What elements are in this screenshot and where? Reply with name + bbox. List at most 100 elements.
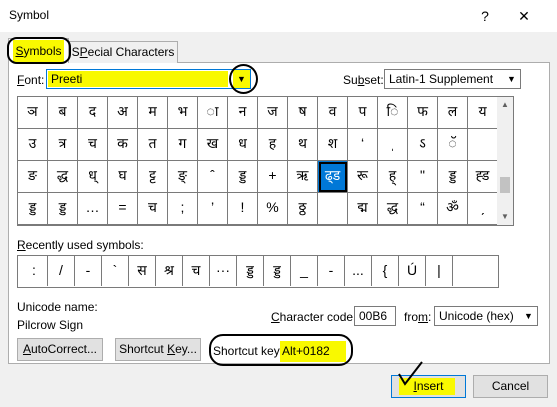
symbol-cell[interactable]: ब: [48, 97, 78, 129]
recent-symbol-cell[interactable]: ड्ड: [264, 256, 291, 286]
close-icon[interactable]: ✕: [512, 5, 536, 27]
symbol-cell[interactable]: द: [78, 97, 108, 129]
recent-symbol-cell[interactable]: स: [129, 256, 156, 286]
recent-symbol-cell[interactable]: {: [372, 256, 399, 286]
symbol-cell[interactable]: ह्: [378, 161, 408, 193]
symbol-cell[interactable]: ॅ: [438, 129, 468, 161]
symbol-cell[interactable]: ष: [288, 97, 318, 129]
symbol-cell[interactable]: उ: [18, 129, 48, 161]
recent-symbol-cell[interactable]: `: [102, 256, 129, 286]
recent-symbol-cell[interactable]: _: [291, 256, 318, 286]
symbol-cell[interactable]: …: [78, 193, 108, 225]
chevron-down-icon[interactable]: ▼: [520, 307, 537, 325]
recent-symbol-cell[interactable]: -: [318, 256, 345, 286]
cancel-button[interactable]: Cancel: [473, 375, 548, 398]
symbol-grid[interactable]: ञ ब द अ म भा न ज ष व पि फ ल य उ त्र च क त ग ख ध ह थ श ‘ˌ ऽॅ ङ द्ध ध् घ…: [17, 96, 499, 226]
symbol-cell[interactable]: ि: [378, 97, 408, 129]
symbol-cell[interactable]: व: [318, 97, 348, 129]
symbol-cell[interactable]: ह्ड: [468, 161, 498, 193]
symbol-cell[interactable]: द्म: [348, 193, 378, 225]
symbol-cell[interactable]: त: [138, 129, 168, 161]
character-code-label: Character code:: [271, 310, 357, 324]
recent-symbol-cell[interactable]: ...: [345, 256, 372, 286]
symbol-cell[interactable]: ज: [258, 97, 288, 129]
symbol-cell[interactable]: ग: [168, 129, 198, 161]
symbol-cell[interactable]: ˌ: [378, 129, 408, 161]
symbol-cell[interactable]: ड्ड: [228, 161, 258, 193]
recent-symbol-cell[interactable]: ड्ड: [237, 256, 264, 286]
symbol-cell[interactable]: फ: [408, 97, 438, 129]
recent-symbol-cell[interactable]: Ú: [399, 256, 426, 286]
symbol-cell[interactable]: ड्ड: [48, 193, 78, 225]
symbol-cell[interactable]: न: [228, 97, 258, 129]
symbol-cell[interactable]: ञ: [18, 97, 48, 129]
character-code-input[interactable]: 00B6: [354, 306, 396, 326]
symbol-cell[interactable]: रू: [348, 161, 378, 193]
symbol-cell[interactable]: ध: [228, 129, 258, 161]
scroll-up-icon[interactable]: ▲: [497, 97, 513, 113]
symbol-cell[interactable]: क: [108, 129, 138, 161]
symbol-cell[interactable]: च: [78, 129, 108, 161]
scrollbar-thumb[interactable]: [500, 177, 510, 193]
tab-special-characters[interactable]: SPecial Characters: [68, 41, 178, 63]
symbol-cell[interactable]: श: [318, 129, 348, 161]
symbol-cell[interactable]: ‘: [348, 129, 378, 161]
chevron-down-icon[interactable]: ▼: [503, 70, 520, 88]
help-icon[interactable]: ?: [475, 6, 495, 26]
recent-symbol-cell[interactable]: :: [21, 256, 48, 286]
symbol-cell[interactable]: ख: [198, 129, 228, 161]
recent-symbol-cell[interactable]: -: [75, 256, 102, 286]
symbol-cell[interactable]: ऋ: [288, 161, 318, 193]
selected-symbol-cell[interactable]: ढ्ड: [318, 161, 348, 193]
symbol-cell[interactable]: [468, 129, 498, 161]
recent-symbol-cell[interactable]: |: [426, 256, 453, 286]
symbol-cell[interactable]: म: [138, 97, 168, 129]
symbol-grid-scrollbar[interactable]: ▲ ▼: [497, 96, 514, 226]
symbol-cell[interactable]: ऽ: [408, 129, 438, 161]
symbol-cell[interactable]: ट्ट: [138, 161, 168, 193]
symbol-cell[interactable]: ा: [198, 97, 228, 129]
symbol-cell[interactable]: ˏ: [468, 193, 498, 225]
symbol-cell[interactable]: घ: [108, 161, 138, 193]
symbol-cell[interactable]: थ: [288, 129, 318, 161]
scroll-down-icon[interactable]: ▼: [497, 209, 513, 225]
symbol-cell[interactable]: ड्ड: [18, 193, 48, 225]
symbol-cell[interactable]: ॐ: [438, 193, 468, 225]
symbol-cell[interactable]: त्र: [48, 129, 78, 161]
symbol-cell[interactable]: !: [228, 193, 258, 225]
recent-symbol-cell[interactable]: ···: [210, 256, 237, 286]
autocorrect-button[interactable]: AutoCorrect...: [17, 338, 103, 361]
symbol-cell[interactable]: ल: [438, 97, 468, 129]
symbol-cell[interactable]: द्ध: [378, 193, 408, 225]
symbol-cell[interactable]: ङ्: [168, 161, 198, 193]
symbol-cell[interactable]: [318, 193, 348, 225]
symbol-cell[interactable]: ": [408, 161, 438, 193]
symbol-cell[interactable]: च: [138, 193, 168, 225]
font-combo[interactable]: Preeti ▼: [46, 69, 251, 89]
symbol-cell[interactable]: य: [468, 97, 498, 129]
symbol-cell[interactable]: भ: [168, 97, 198, 129]
symbol-cell[interactable]: ’: [198, 193, 228, 225]
symbol-cell[interactable]: ड्ड: [438, 161, 468, 193]
symbol-cell[interactable]: अ: [108, 97, 138, 129]
symbol-cell[interactable]: द्ध: [48, 161, 78, 193]
symbol-cell[interactable]: प: [348, 97, 378, 129]
symbol-cell[interactable]: ह: [258, 129, 288, 161]
recent-symbol-cell[interactable]: च: [183, 256, 210, 286]
recent-symbols[interactable]: : / - ` स श्र च ··· ड्ड ड्ड _ -...{Ú |: [17, 255, 499, 288]
symbol-cell[interactable]: ध्: [78, 161, 108, 193]
symbol-cell[interactable]: +: [258, 161, 288, 193]
symbol-cell[interactable]: ठ्ठ: [288, 193, 318, 225]
symbol-cell[interactable]: %: [258, 193, 288, 225]
symbol-cell[interactable]: =: [108, 193, 138, 225]
recent-symbol-cell[interactable]: श्र: [156, 256, 183, 286]
subset-combo[interactable]: Latin-1 Supplement ▼: [384, 69, 521, 89]
symbol-cell[interactable]: ;: [168, 193, 198, 225]
symbol-cell[interactable]: “: [408, 193, 438, 225]
recent-symbol-cell[interactable]: /: [48, 256, 75, 286]
symbol-cell[interactable]: ङ: [18, 161, 48, 193]
from-combo[interactable]: Unicode (hex) ▼: [434, 306, 538, 326]
ink-annotation: [229, 64, 258, 94]
shortcut-key-button[interactable]: Shortcut Key...: [115, 338, 201, 361]
symbol-cell[interactable]: ˆ: [198, 161, 228, 193]
